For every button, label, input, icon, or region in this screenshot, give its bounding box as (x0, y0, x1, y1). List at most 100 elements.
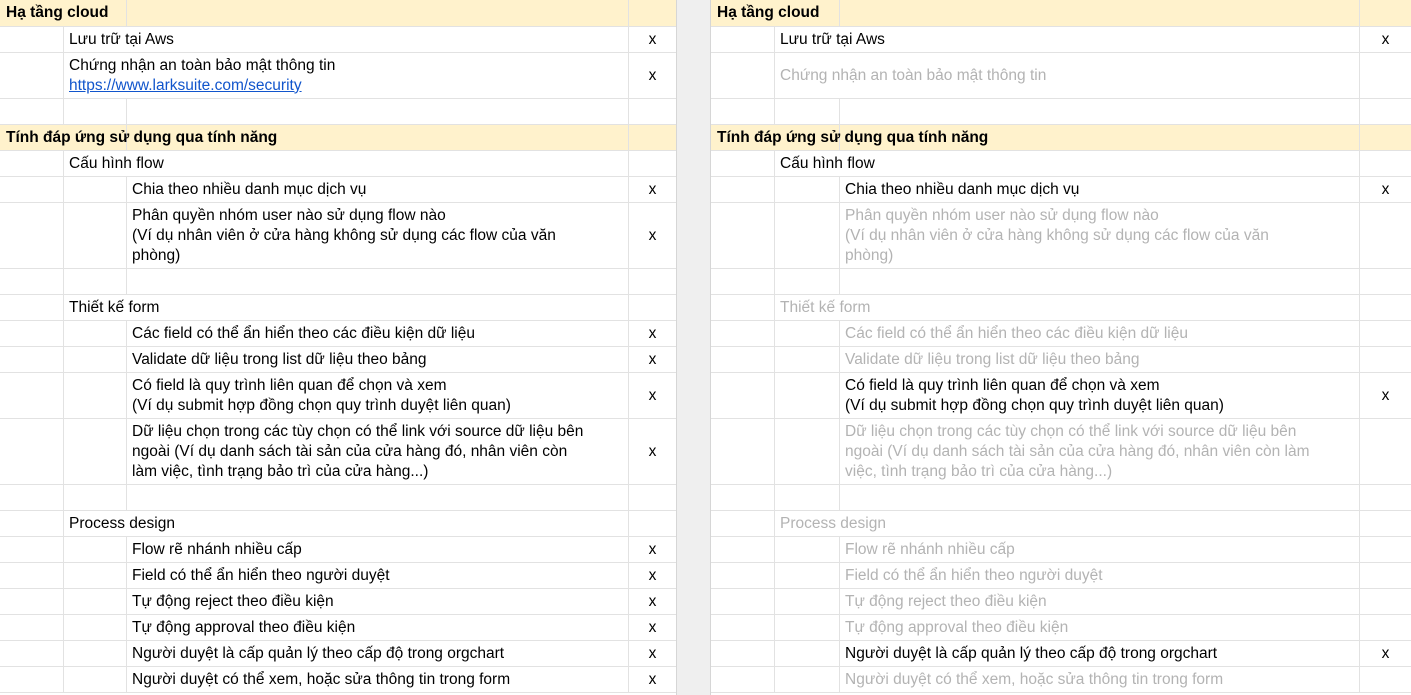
check-column-cell[interactable] (1359, 0, 1411, 26)
table-row[interactable]: Phân quyền nhóm user nào sử dụng flow nà… (0, 203, 676, 269)
table-row[interactable]: Lưu trữ tại Aws x (711, 27, 1411, 53)
check-column-cell[interactable] (628, 0, 676, 26)
check-column-cell[interactable]: x (628, 373, 676, 418)
table-row[interactable]: Process design (711, 511, 1411, 537)
blank-row[interactable] (711, 269, 1411, 295)
table-row[interactable]: Người duyệt là cấp quản lý theo cấp độ t… (711, 641, 1411, 667)
check-column-cell[interactable]: x (1359, 27, 1411, 52)
table-row[interactable]: Người duyệt là cấp quản lý theo cấp độ t… (0, 641, 676, 667)
section-header-row[interactable]: Hạ tầng cloud (711, 0, 1411, 27)
table-row[interactable]: Chia theo nhiều danh mục dịch vụ x (0, 177, 676, 203)
check-column-cell[interactable]: x (628, 27, 676, 52)
blank-row[interactable] (711, 485, 1411, 511)
feature-text-line: Tự động approval theo điều kiện (845, 618, 1069, 636)
table-row[interactable]: Process design (0, 511, 676, 537)
check-column-cell[interactable] (628, 485, 676, 510)
table-row[interactable]: Cấu hình flow (711, 151, 1411, 177)
blank-row[interactable] (0, 99, 676, 125)
table-row[interactable]: Tự động approval theo điều kiện x (0, 615, 676, 641)
check-column-cell[interactable] (1359, 269, 1411, 294)
check-column-cell[interactable]: x (628, 615, 676, 640)
check-column-cell[interactable]: x (628, 321, 676, 346)
table-row[interactable]: Validate dữ liệu trong list dữ liệu theo… (0, 347, 676, 373)
section-header-row[interactable]: Tính đáp ứng sử dụng qua tính năng (711, 125, 1411, 151)
check-column-cell[interactable] (1359, 347, 1411, 372)
sheet-left: Hạ tầng cloud Lưu trữ tại Aws x Chứng nhận … (0, 0, 676, 695)
check-column-cell[interactable] (628, 151, 676, 176)
table-row[interactable]: Thiết kế form (711, 295, 1411, 321)
section-header-row[interactable]: Hạ tầng cloud (0, 0, 676, 27)
table-row[interactable]: Tự động reject theo điều kiện (711, 589, 1411, 615)
section-header-row[interactable]: Tính đáp ứng sử dụng qua tính năng (0, 125, 676, 151)
table-row[interactable]: Có field là quy trình liên quan để chọn … (0, 373, 676, 419)
check-column-cell[interactable]: x (628, 419, 676, 484)
feature-cell: Dữ liệu chọn trong các tùy chọn có thể l… (845, 419, 1310, 484)
table-row[interactable]: Thiết kế form (0, 295, 676, 321)
check-column-cell[interactable] (628, 295, 676, 320)
check-column-cell[interactable] (1359, 203, 1411, 268)
check-column-cell[interactable] (1359, 151, 1411, 176)
check-column-cell[interactable]: x (628, 667, 676, 692)
security-link[interactable]: https://www.larksuite.com/security (69, 76, 335, 96)
check-column-cell[interactable] (1359, 295, 1411, 320)
check-column-cell[interactable] (1359, 485, 1411, 510)
check-column-cell[interactable] (1359, 53, 1411, 98)
check-column-cell[interactable]: x (1359, 177, 1411, 202)
table-row[interactable]: Tự động reject theo điều kiện x (0, 589, 676, 615)
feature-text-line: Field có thể ẩn hiển theo người duyệt (132, 566, 390, 584)
check-column-cell[interactable] (1359, 125, 1411, 150)
check-column-cell[interactable] (628, 511, 676, 536)
check-column-cell[interactable] (1359, 537, 1411, 562)
check-column-cell[interactable] (1359, 667, 1411, 692)
blank-row[interactable] (0, 485, 676, 511)
table-row[interactable]: Chứng nhận an toàn bảo mật thông tin (711, 53, 1411, 99)
table-row[interactable]: Lưu trữ tại Aws x (0, 27, 676, 53)
check-column-cell[interactable] (1359, 563, 1411, 588)
check-column-cell[interactable]: x (1359, 641, 1411, 666)
check-column-cell[interactable] (628, 125, 676, 150)
table-row[interactable]: Validate dữ liệu trong list dữ liệu theo… (711, 347, 1411, 373)
check-column-cell[interactable] (1359, 589, 1411, 614)
table-row[interactable]: Cấu hình flow (0, 151, 676, 177)
table-row[interactable]: Các field có thể ẩn hiển theo các điều k… (0, 321, 676, 347)
table-row[interactable]: Các field có thể ẩn hiển theo các điều k… (711, 321, 1411, 347)
check-column-cell[interactable]: x (628, 53, 676, 98)
table-row[interactable]: Flow rẽ nhánh nhiều cấp (711, 537, 1411, 563)
check-column-cell[interactable]: x (628, 537, 676, 562)
check-column-cell[interactable]: x (628, 177, 676, 202)
check-column-cell[interactable]: x (628, 203, 676, 268)
table-row[interactable]: Tự động approval theo điều kiện (711, 615, 1411, 641)
check-column-cell[interactable] (1359, 99, 1411, 124)
check-column-cell[interactable] (628, 269, 676, 294)
table-row[interactable]: Người duyệt có thể xem, hoặc sửa thông t… (711, 667, 1411, 693)
table-row[interactable]: Phân quyền nhóm user nào sử dụng flow nà… (711, 203, 1411, 269)
check-column-cell[interactable]: x (628, 641, 676, 666)
check-column-cell[interactable]: x (628, 589, 676, 614)
check-column-cell[interactable] (628, 99, 676, 124)
feature-cell: Thiết kế form (780, 295, 870, 320)
feature-cell: Người duyệt là cấp quản lý theo cấp độ t… (132, 641, 504, 666)
check-column-cell[interactable] (1359, 419, 1411, 484)
table-row[interactable]: Có field là quy trình liên quan để chọn … (711, 373, 1411, 419)
table-row[interactable]: Người duyệt có thể xem, hoặc sửa thông t… (0, 667, 676, 693)
check-column-cell[interactable] (1359, 511, 1411, 536)
table-row[interactable]: Dữ liệu chọn trong các tùy chọn có thể l… (711, 419, 1411, 485)
blank-row[interactable] (711, 99, 1411, 125)
feature-text-line: Phân quyền nhóm user nào sử dụng flow nà… (845, 206, 1159, 224)
cell-indent-a (0, 53, 64, 98)
table-row[interactable]: Flow rẽ nhánh nhiều cấp x (0, 537, 676, 563)
check-column-cell[interactable] (1359, 321, 1411, 346)
feature-text-line: Có field là quy trình liên quan để chọn … (132, 376, 447, 394)
table-row[interactable]: Field có thể ẩn hiển theo người duyệt x (0, 563, 676, 589)
check-column-cell[interactable]: x (628, 347, 676, 372)
check-column-cell[interactable] (1359, 615, 1411, 640)
check-column-cell[interactable]: x (1359, 373, 1411, 418)
blank-row[interactable] (0, 269, 676, 295)
table-row[interactable]: Field có thể ẩn hiển theo người duyệt (711, 563, 1411, 589)
feature-cell: Chia theo nhiều danh mục dịch vụ (845, 177, 1079, 202)
table-row[interactable]: Dữ liệu chọn trong các tùy chọn có thể l… (0, 419, 676, 485)
table-row[interactable]: Chứng nhận an toàn bảo mật thông tin http… (0, 53, 676, 99)
table-row[interactable]: Chia theo nhiều danh mục dịch vụ x (711, 177, 1411, 203)
feature-cell: Các field có thể ẩn hiển theo các điều k… (132, 321, 475, 346)
check-column-cell[interactable]: x (628, 563, 676, 588)
